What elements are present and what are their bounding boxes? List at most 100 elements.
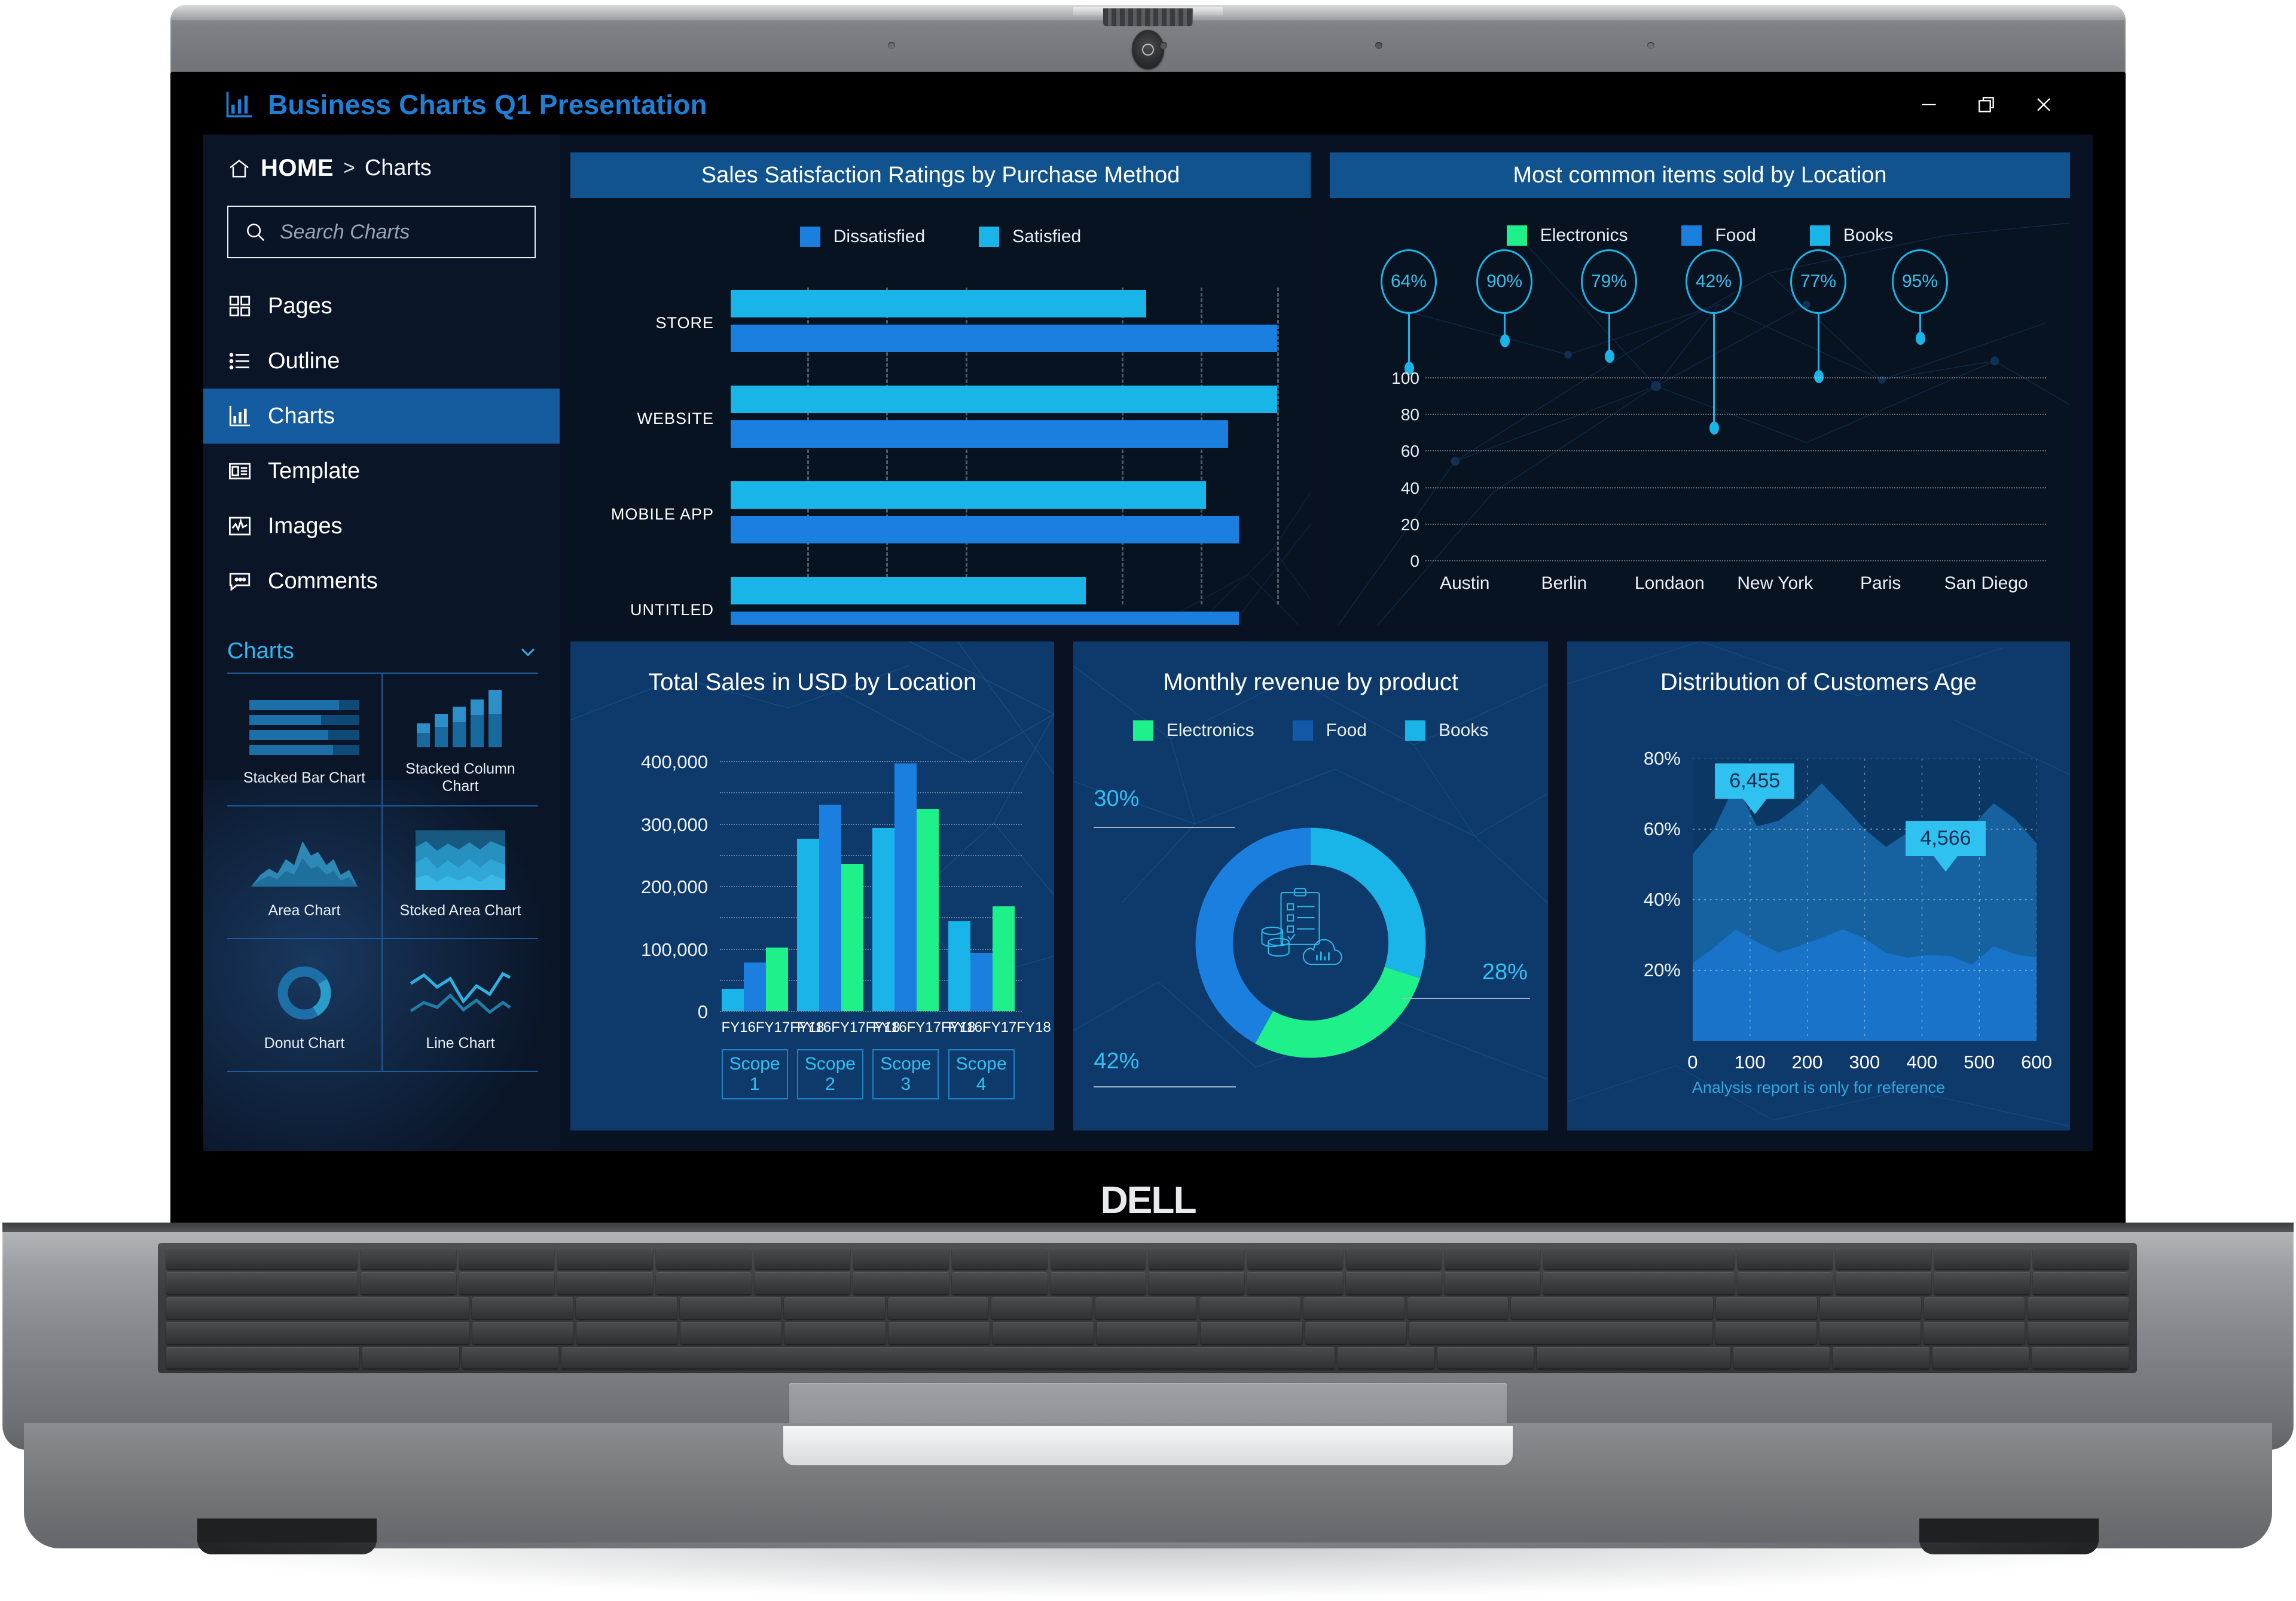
sidebar-item-charts[interactable]: Charts — [203, 389, 560, 444]
annotation-stem — [1408, 314, 1410, 369]
legend-swatch — [1506, 225, 1527, 246]
search-placeholder: Search Charts — [280, 220, 410, 243]
card-customers-age: Distribution of Customers Age 80% 60% 40… — [1567, 641, 2070, 1131]
bar-chart-icon — [227, 404, 252, 429]
sidebar-item-label: Images — [268, 513, 343, 539]
base-edge — [2, 1223, 2294, 1232]
data-report-icon — [1261, 888, 1342, 965]
template-icon — [227, 459, 252, 484]
bar-fy18 — [841, 864, 864, 1011]
y-tick-label: 200,000 — [640, 876, 708, 897]
fy-label: FY16 — [872, 1019, 907, 1035]
chevron-down-icon[interactable] — [518, 641, 538, 662]
fy-labels: FY16 FY17 FY18 — [797, 1019, 900, 1036]
chart-thumbnail-stacked-bar[interactable]: Stacked Bar Chart — [227, 674, 383, 806]
annotation-stem — [1608, 314, 1610, 357]
area-chart-icon — [251, 826, 358, 895]
category-label: STORE — [655, 314, 714, 332]
chart-thumbnail-line[interactable]: Line Chart — [383, 939, 538, 1072]
bar-dissatisfied — [731, 516, 1239, 543]
sidebar-nav: Pages Outline Charts Template Images Com… — [203, 279, 560, 609]
gridline: 100 — [1391, 369, 2046, 387]
stacked-column-chart-icon — [416, 684, 505, 753]
application-window: Business Charts Q1 Presentation HOME > C… — [203, 75, 2093, 1151]
bar-satisfied — [731, 386, 1277, 413]
card-title: Sales Satisfaction Ratings by Purchase M… — [701, 162, 1180, 188]
scope-chip-2[interactable]: Scope 2 — [796, 1049, 864, 1099]
chart-thumbnail-label: Donut Chart — [264, 1034, 345, 1052]
annotation-bubble-san-diego: 95% — [1892, 249, 1948, 314]
dashboard-row-bottom: Total Sales in USD by Location 400,000 3… — [570, 641, 2070, 1131]
category-label: WEBSITE — [637, 410, 714, 427]
sidebar-item-comments[interactable]: Comments — [203, 554, 560, 609]
y-tick-label: 20 — [1400, 515, 1419, 534]
keyboard — [158, 1243, 2137, 1373]
chart-thumbnail-stacked-area[interactable]: Stcked Area Chart — [383, 806, 538, 939]
bar-fy17 — [894, 763, 917, 1011]
chart-thumbnail-label: Stcked Area Chart — [399, 902, 521, 919]
fy-label: FY17 — [982, 1019, 1017, 1035]
annotation-bubble-berlin: 90% — [1476, 249, 1532, 314]
annotation-bubble-paris: 77% — [1790, 249, 1846, 314]
y-tick-label: 20% — [1643, 960, 1681, 980]
scope-group-1: FY16 FY17 FY18 Scope 1 — [721, 761, 825, 1099]
key-rows — [166, 1248, 2129, 1369]
dashboard-row-top: Sales Satisfaction Ratings by Purchase M… — [570, 152, 2070, 625]
bar-group-untitled: UNTITLED — [630, 575, 1277, 625]
bar-fy18 — [992, 906, 1015, 1011]
search-icon — [244, 221, 267, 243]
legend-item-books: Books — [1809, 225, 1893, 246]
minimize-icon[interactable] — [1900, 75, 1958, 135]
fy-label: FY17 — [755, 1019, 790, 1035]
scope-chip-1[interactable]: Scope 1 — [721, 1049, 788, 1099]
category-label: San Diego — [1944, 573, 2028, 593]
bar-dissatisfied — [731, 612, 1239, 625]
chart-thumbnail-area[interactable]: Area Chart — [227, 806, 383, 939]
card-header: Sales Satisfaction Ratings by Purchase M… — [570, 152, 1311, 198]
x-tick-label: 500 — [1964, 1052, 1995, 1073]
key-row — [166, 1346, 2129, 1369]
breadcrumb: HOME > Charts — [203, 135, 560, 182]
image-icon — [227, 514, 252, 539]
y-tick-label: 60 — [1400, 442, 1419, 461]
charts-section-header[interactable]: Charts — [227, 638, 538, 664]
search-input[interactable]: Search Charts — [227, 206, 536, 258]
chart-thumbnail-stacked-column[interactable]: Stacked Column Chart — [383, 674, 538, 806]
sidebar-item-template[interactable]: Template — [203, 444, 560, 499]
donut-label-electronics: 28% — [1482, 960, 1528, 985]
y-tick-label: 60% — [1643, 818, 1681, 839]
legend-item-books: Books — [1405, 720, 1488, 741]
legend-item-electronics: Electronics — [1132, 720, 1254, 741]
chart-plot-area: 100 80 60 40 20 0 Austin Berlin Londaon … — [1391, 369, 2046, 593]
sidebar-item-images[interactable]: Images — [203, 499, 560, 554]
close-icon[interactable] — [2015, 75, 2072, 135]
scope-chip-3[interactable]: Scope 3 — [872, 1049, 939, 1099]
bar-set — [872, 761, 939, 1011]
microphone-hole — [1375, 42, 1382, 49]
scope-chip-4[interactable]: Scope 4 — [948, 1049, 1015, 1099]
y-tick-label: 100,000 — [640, 939, 708, 960]
breadcrumb-separator: > — [343, 157, 355, 179]
fy-label: FY17 — [906, 1019, 941, 1035]
bar-group-mobile-app: MOBILE APP — [611, 479, 1277, 551]
restore-icon[interactable] — [1958, 75, 2015, 135]
legend-label: Electronics — [1166, 720, 1254, 740]
chart-thumbnail-donut[interactable]: Donut Chart — [227, 939, 383, 1072]
breadcrumb-home[interactable]: HOME — [261, 155, 334, 182]
category-label: MOBILE APP — [610, 505, 714, 523]
annotation-value: 42% — [1695, 271, 1732, 291]
comment-icon — [227, 569, 252, 594]
bar-satisfied — [731, 290, 1146, 317]
sidebar-item-pages[interactable]: Pages — [203, 279, 560, 334]
bar-fy16 — [872, 827, 895, 1011]
sidebar-item-outline[interactable]: Outline — [203, 334, 560, 389]
home-icon[interactable] — [227, 157, 251, 181]
laptop-base — [2, 1223, 2294, 1450]
legend-swatch — [1405, 720, 1425, 741]
chart-plot-area: STORE WEBSITE MOBILE APP UNTITLED — [611, 288, 1279, 625]
annotation-bubble-austin: 64% — [1381, 249, 1437, 314]
dashboard-main: Sales Satisfaction Ratings by Purchase M… — [560, 135, 2093, 1151]
line-chart-icon — [410, 958, 511, 1028]
bar-satisfied — [731, 481, 1207, 509]
bar-chart-icon — [224, 89, 255, 120]
